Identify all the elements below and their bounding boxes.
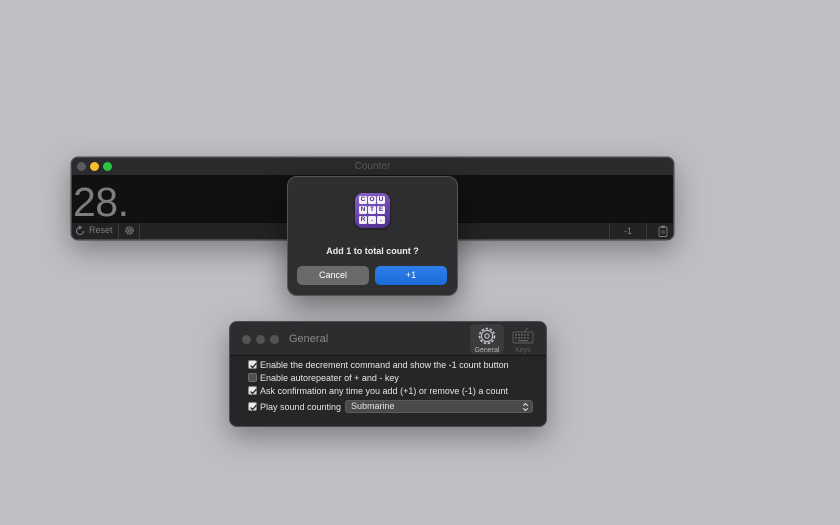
clipboard-icon[interactable]	[658, 225, 668, 237]
minimize-button[interactable]	[256, 335, 265, 344]
icon-letter: N	[359, 206, 367, 214]
sound-select-value: Submarine	[351, 401, 395, 411]
settings-button[interactable]	[118, 223, 140, 239]
reset-button[interactable]: Reset	[89, 225, 113, 235]
checkmark-icon	[250, 388, 257, 395]
preferences-toolbar[interactable]: General General Keys	[230, 322, 546, 356]
preferences-window: General General Keys Enable the decremen…	[229, 321, 547, 427]
counter-titlebar[interactable]: Counter	[72, 158, 673, 176]
icon-letter: U	[377, 196, 385, 204]
autorepeat-checkbox[interactable]	[248, 373, 257, 382]
window-title: Counter	[354, 161, 391, 172]
sound-select[interactable]: Submarine	[345, 400, 533, 413]
dialog-message: Add 1 to total count ?	[326, 246, 419, 256]
icon-letter: .	[377, 216, 385, 224]
icon-letter: T	[368, 206, 376, 214]
option-label: Ask confirmation any time you add (+1) o…	[260, 386, 508, 396]
count-value: 28.	[73, 179, 129, 225]
chevron-updown-icon	[522, 402, 529, 412]
option-label: Enable autorepeater of + and - key	[260, 373, 399, 383]
icon-letter: E	[377, 206, 385, 214]
icon-letter: O	[368, 196, 376, 204]
icon-letter: R	[359, 216, 367, 224]
tab-general[interactable]: General	[470, 324, 504, 354]
reset-icon[interactable]	[74, 225, 86, 237]
icon-letter: .	[368, 216, 376, 224]
tab-general-label: General	[474, 347, 500, 354]
app-icon: C O U N T E R . .	[355, 193, 390, 228]
gear-icon	[125, 226, 134, 235]
option-label: Play sound counting	[260, 402, 342, 412]
maximize-button[interactable]	[270, 335, 279, 344]
preferences-title: General	[289, 333, 329, 345]
close-button[interactable]	[242, 335, 251, 344]
keyboard-icon	[512, 327, 534, 344]
cancel-button[interactable]: Cancel	[297, 266, 369, 285]
checkmark-icon	[250, 404, 257, 411]
icon-letter: C	[359, 196, 367, 204]
checkmark-icon	[250, 362, 257, 369]
option-label: Enable the decrement command and show th…	[260, 360, 509, 370]
decrement-button[interactable]: -1	[609, 223, 647, 239]
decrement-checkbox[interactable]	[248, 360, 257, 369]
tab-keys[interactable]: Keys	[506, 324, 540, 354]
confirm-dialog: C O U N T E R . . Add 1 to total count ?…	[287, 176, 458, 296]
tab-keys-label: Keys	[515, 347, 531, 354]
sound-checkbox[interactable]	[248, 402, 257, 411]
confirmation-checkbox[interactable]	[248, 386, 257, 395]
gear-icon	[478, 327, 496, 345]
confirm-increment-button[interactable]: +1	[375, 266, 447, 285]
